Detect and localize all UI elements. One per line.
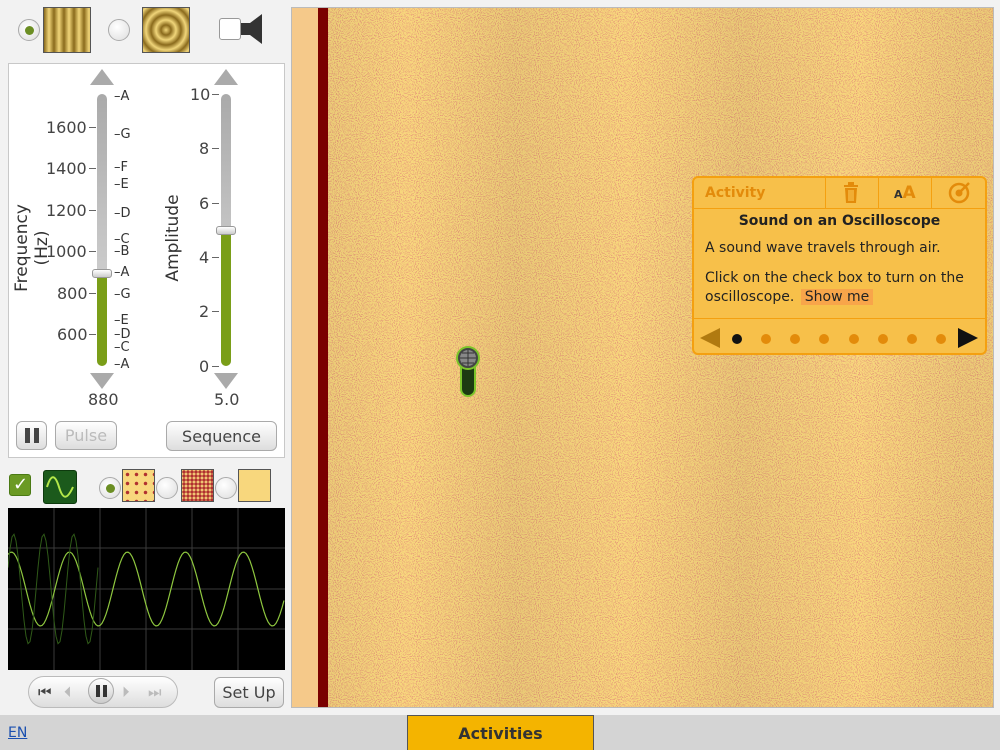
air-particle-field bbox=[328, 8, 993, 707]
amplitude-slider-fill bbox=[221, 232, 231, 366]
no-particles-icon[interactable] bbox=[238, 469, 271, 502]
frequency-tick: 1200 bbox=[46, 201, 87, 220]
setup-button[interactable]: Set Up bbox=[214, 677, 284, 708]
amplitude-tick: 0 bbox=[199, 357, 210, 376]
page-dot[interactable] bbox=[732, 334, 742, 344]
pause-playback-icon[interactable] bbox=[88, 678, 114, 704]
page-dot[interactable] bbox=[936, 334, 946, 344]
frequency-tick: 1400 bbox=[46, 159, 87, 178]
note-label: –G bbox=[114, 127, 131, 142]
amplitude-decrease-arrow[interactable] bbox=[214, 373, 238, 389]
show-me-button[interactable]: Show me bbox=[800, 289, 874, 305]
frequency-decrease-arrow[interactable] bbox=[90, 373, 114, 389]
pause-icon bbox=[24, 428, 39, 443]
speaker-wall bbox=[318, 8, 328, 707]
amplitude-tick: 8 bbox=[199, 139, 210, 158]
note-label: –B bbox=[114, 244, 130, 259]
amplitude-tick: 6 bbox=[199, 194, 210, 213]
previous-page-icon[interactable] bbox=[700, 328, 720, 348]
frequency-slider-handle[interactable] bbox=[92, 269, 112, 278]
note-label: –E bbox=[114, 177, 129, 192]
oscilloscope-grid bbox=[7, 508, 285, 670]
target-icon[interactable] bbox=[947, 181, 971, 205]
oscilloscope-screen bbox=[7, 508, 285, 670]
page-dot[interactable] bbox=[790, 334, 800, 344]
note-label: –E bbox=[114, 313, 129, 328]
frequency-tick: 1600 bbox=[46, 118, 87, 137]
many-particles-icon[interactable] bbox=[181, 469, 214, 502]
activity-header-title: Activity bbox=[705, 185, 766, 201]
frequency-increase-arrow[interactable] bbox=[90, 69, 114, 85]
step-back-icon[interactable]: ⏴ bbox=[64, 683, 72, 701]
pause-button[interactable] bbox=[16, 421, 47, 450]
note-label: –G bbox=[114, 287, 131, 302]
page-dot[interactable] bbox=[907, 334, 917, 344]
activities-tab[interactable]: Activities bbox=[407, 715, 594, 750]
page-dot[interactable] bbox=[849, 334, 859, 344]
page-dot[interactable] bbox=[761, 334, 771, 344]
oscilloscope-checkbox[interactable] bbox=[9, 474, 31, 496]
amplitude-tick: 4 bbox=[199, 248, 210, 267]
microphone-icon[interactable] bbox=[454, 344, 482, 400]
language-link[interactable]: EN bbox=[8, 725, 27, 741]
amplitude-increase-arrow[interactable] bbox=[214, 69, 238, 85]
note-label: –A bbox=[114, 89, 130, 104]
next-page-icon[interactable] bbox=[958, 328, 978, 348]
step-forward-icon[interactable]: ⏵ bbox=[122, 683, 130, 701]
circular-wave-icon[interactable] bbox=[142, 7, 190, 53]
amplitude-slider-handle[interactable] bbox=[216, 226, 236, 235]
speaker-icon bbox=[241, 14, 262, 44]
activity-panel bbox=[692, 176, 987, 355]
sound-checkbox[interactable] bbox=[219, 18, 241, 40]
few-particles-radio[interactable] bbox=[99, 477, 121, 499]
text-size-icon[interactable]: AA bbox=[894, 183, 916, 203]
frequency-slider-fill bbox=[97, 276, 107, 366]
amplitude-value: 5.0 bbox=[214, 390, 240, 409]
activity-text-line1: A sound wave travels through air. bbox=[705, 240, 941, 256]
note-label: –A bbox=[114, 357, 130, 372]
trash-icon[interactable] bbox=[842, 182, 860, 204]
circular-wave-radio[interactable] bbox=[108, 19, 130, 41]
amplitude-tick: 10 bbox=[190, 85, 211, 104]
pulse-button[interactable]: Pulse bbox=[55, 421, 117, 450]
rewind-icon[interactable]: ⏮ bbox=[38, 683, 52, 701]
plane-wave-radio[interactable] bbox=[18, 19, 40, 41]
sequence-button[interactable]: Sequence bbox=[166, 421, 277, 451]
amplitude-axis-label: Amplitude bbox=[163, 194, 183, 282]
page-dot[interactable] bbox=[819, 334, 829, 344]
no-particles-radio[interactable] bbox=[215, 477, 237, 499]
note-label: –A bbox=[114, 265, 130, 280]
wall-left bbox=[292, 8, 318, 707]
frequency-value: 880 bbox=[88, 390, 119, 409]
activity-heading: Sound on an Oscilloscope bbox=[738, 213, 941, 229]
note-label: –C bbox=[114, 340, 130, 355]
plane-wave-icon[interactable] bbox=[43, 7, 91, 53]
particle-texture bbox=[328, 8, 993, 707]
page-dot[interactable] bbox=[878, 334, 888, 344]
waveform-icon bbox=[43, 470, 77, 504]
frequency-tick: 600 bbox=[57, 325, 88, 344]
note-label: –F bbox=[114, 160, 128, 175]
frequency-tick: 800 bbox=[57, 284, 88, 303]
amplitude-tick: 2 bbox=[199, 302, 210, 321]
many-particles-radio[interactable] bbox=[156, 477, 178, 499]
frequency-tick: 1000 bbox=[46, 242, 87, 261]
few-particles-icon[interactable] bbox=[122, 469, 155, 502]
note-label: –D bbox=[114, 206, 131, 221]
activity-text-line2: Click on the check box to turn on the os… bbox=[705, 270, 964, 305]
fast-forward-icon[interactable]: ⏭ bbox=[148, 683, 162, 701]
